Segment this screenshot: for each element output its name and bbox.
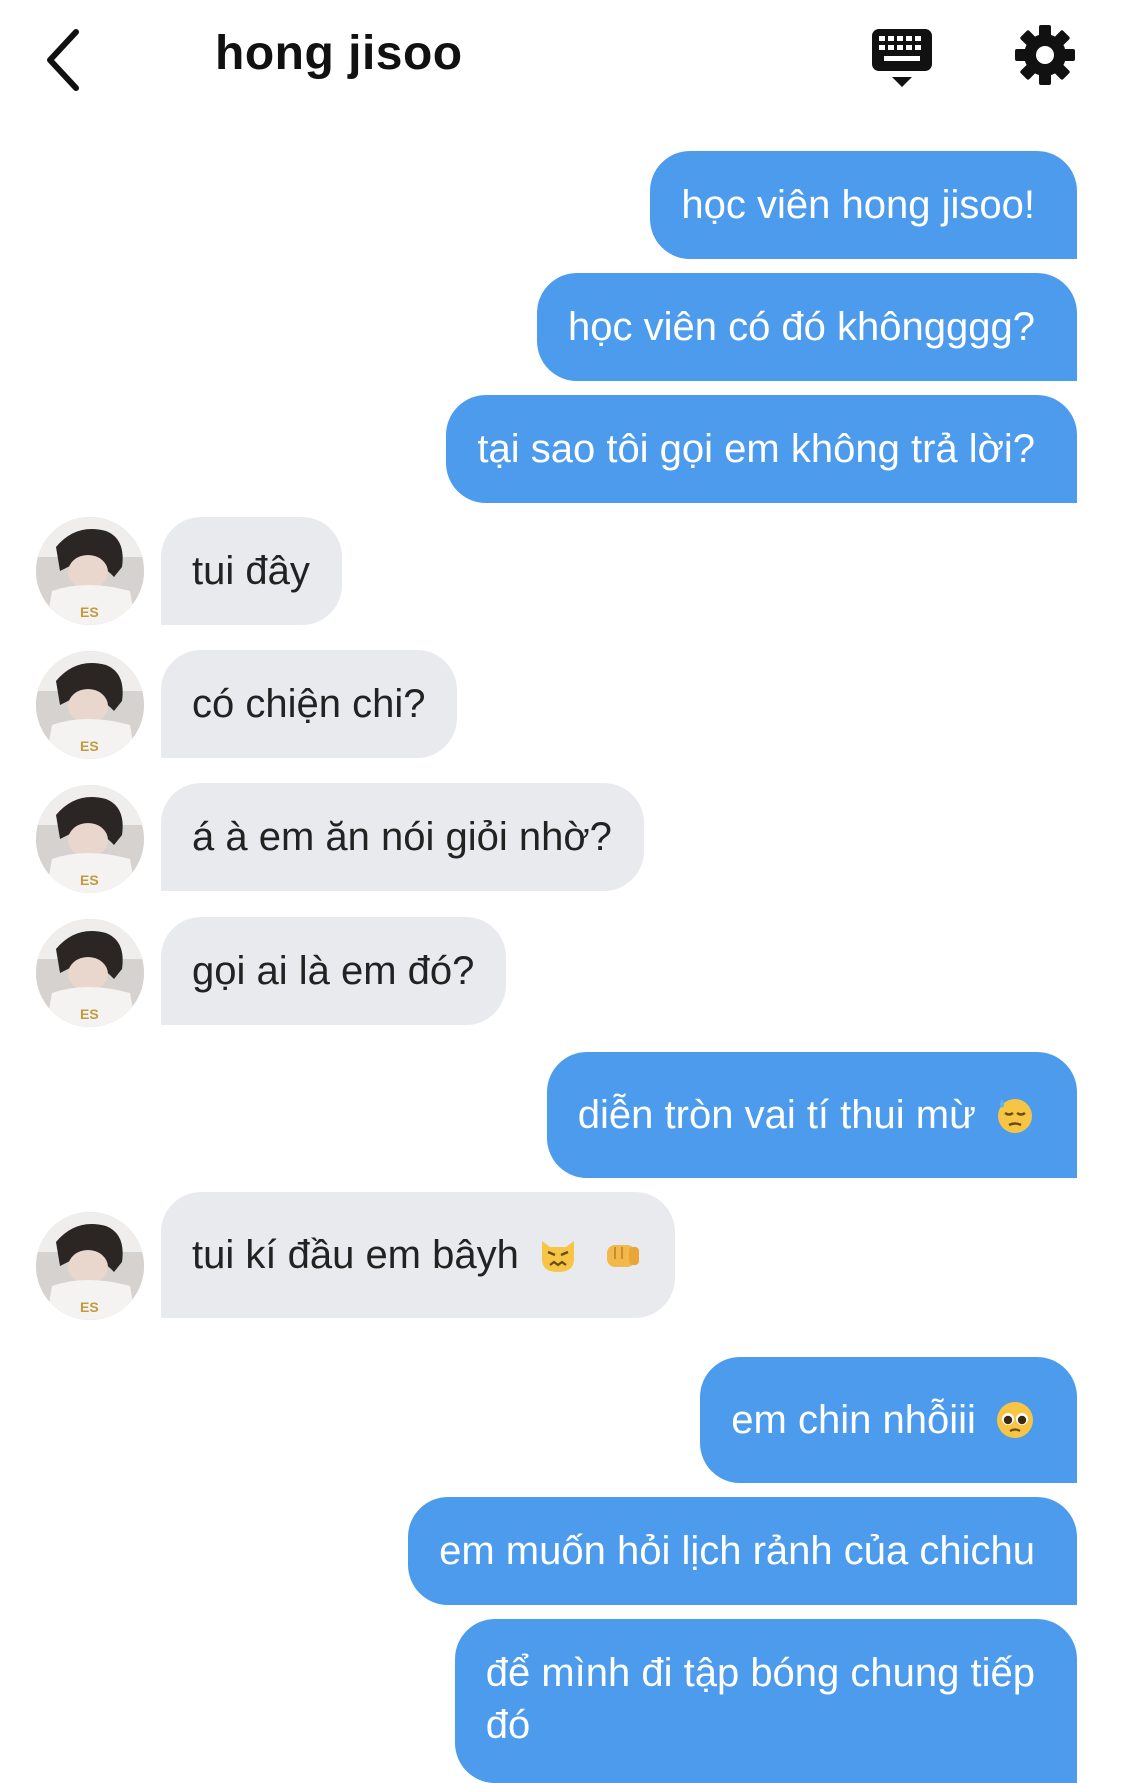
message-bubble-outgoing[interactable]: em muốn hỏi lịch rảnh của chichu <box>408 1497 1077 1605</box>
avatar[interactable]: ES <box>36 651 144 759</box>
message-bubble-incoming[interactable]: tui kí đầu em bâyh <box>161 1192 676 1318</box>
chat-header: hong jisoo <box>0 0 1125 120</box>
message-text: em muốn hỏi lịch rảnh của chichu <box>439 1529 1035 1573</box>
message-bubble-incoming[interactable]: có chiện chi? <box>161 650 458 758</box>
svg-text:ES: ES <box>80 1006 99 1022</box>
downcast-sweat-face-emoji <box>998 1099 1032 1133</box>
chevron-left-icon <box>47 29 79 91</box>
message-text: học viên có đó khôngggg? <box>567 305 1035 349</box>
message-bubble-incoming[interactable]: tui đây <box>161 517 342 625</box>
svg-text:ES: ES <box>80 604 99 620</box>
fist-bump-emoji <box>607 1245 640 1267</box>
svg-text:ES: ES <box>80 738 99 754</box>
keyboard-icon <box>872 29 932 87</box>
avatar[interactable]: ES <box>36 785 144 893</box>
message-text: có chiện chi? <box>192 682 426 726</box>
message-bubble-outgoing[interactable]: diễn tròn vai tí thui mừ <box>546 1052 1077 1178</box>
message-text: gọi ai là em đó? <box>192 949 475 993</box>
message-text: học viên hong jisoo! <box>681 183 1035 227</box>
avatar[interactable]: ES <box>36 517 144 625</box>
angry-cat-emoji <box>541 1241 574 1272</box>
message-bubble-outgoing[interactable]: học viên hong jisoo! <box>650 151 1077 259</box>
chat-title: hong jisoo <box>215 27 463 80</box>
message-bubble-outgoing[interactable]: em chin nhỗiii <box>700 1357 1077 1483</box>
message-text: á à em ăn nói giỏi nhờ? <box>192 815 612 859</box>
back-button[interactable] <box>40 20 90 100</box>
message-bubble-outgoing[interactable]: tại sao tôi gọi em không trả lời? <box>446 395 1077 503</box>
message-bubble-incoming[interactable]: gọi ai là em đó? <box>161 917 507 1025</box>
message-text: em chin nhỗiii <box>731 1398 976 1442</box>
message-bubble-outgoing[interactable]: học viên có đó khôngggg? <box>536 273 1077 381</box>
keyboard-button[interactable] <box>868 25 936 93</box>
pleading-face-emoji <box>997 1402 1033 1438</box>
gear-icon <box>1015 25 1075 85</box>
svg-text:ES: ES <box>80 872 99 888</box>
avatar[interactable]: ES <box>36 1212 144 1320</box>
settings-button[interactable] <box>1012 22 1078 88</box>
avatar[interactable]: ES <box>36 919 144 1027</box>
message-bubble-incoming[interactable]: á à em ăn nói giỏi nhờ? <box>161 783 644 891</box>
message-text: tại sao tôi gọi em không trả lời? <box>477 427 1035 471</box>
message-bubble-outgoing[interactable]: để mình đi tập bóng chung tiếp đó <box>454 1619 1077 1783</box>
message-text: tui kí đầu em bâyh <box>192 1233 519 1277</box>
svg-text:ES: ES <box>80 1299 99 1315</box>
message-text: diễn tròn vai tí thui mừ <box>577 1093 976 1137</box>
message-text: tui đây <box>192 549 310 593</box>
message-text-line: để mình đi tập bóng chung tiếp <box>485 1651 1035 1695</box>
message-text-line: đó <box>485 1703 531 1747</box>
